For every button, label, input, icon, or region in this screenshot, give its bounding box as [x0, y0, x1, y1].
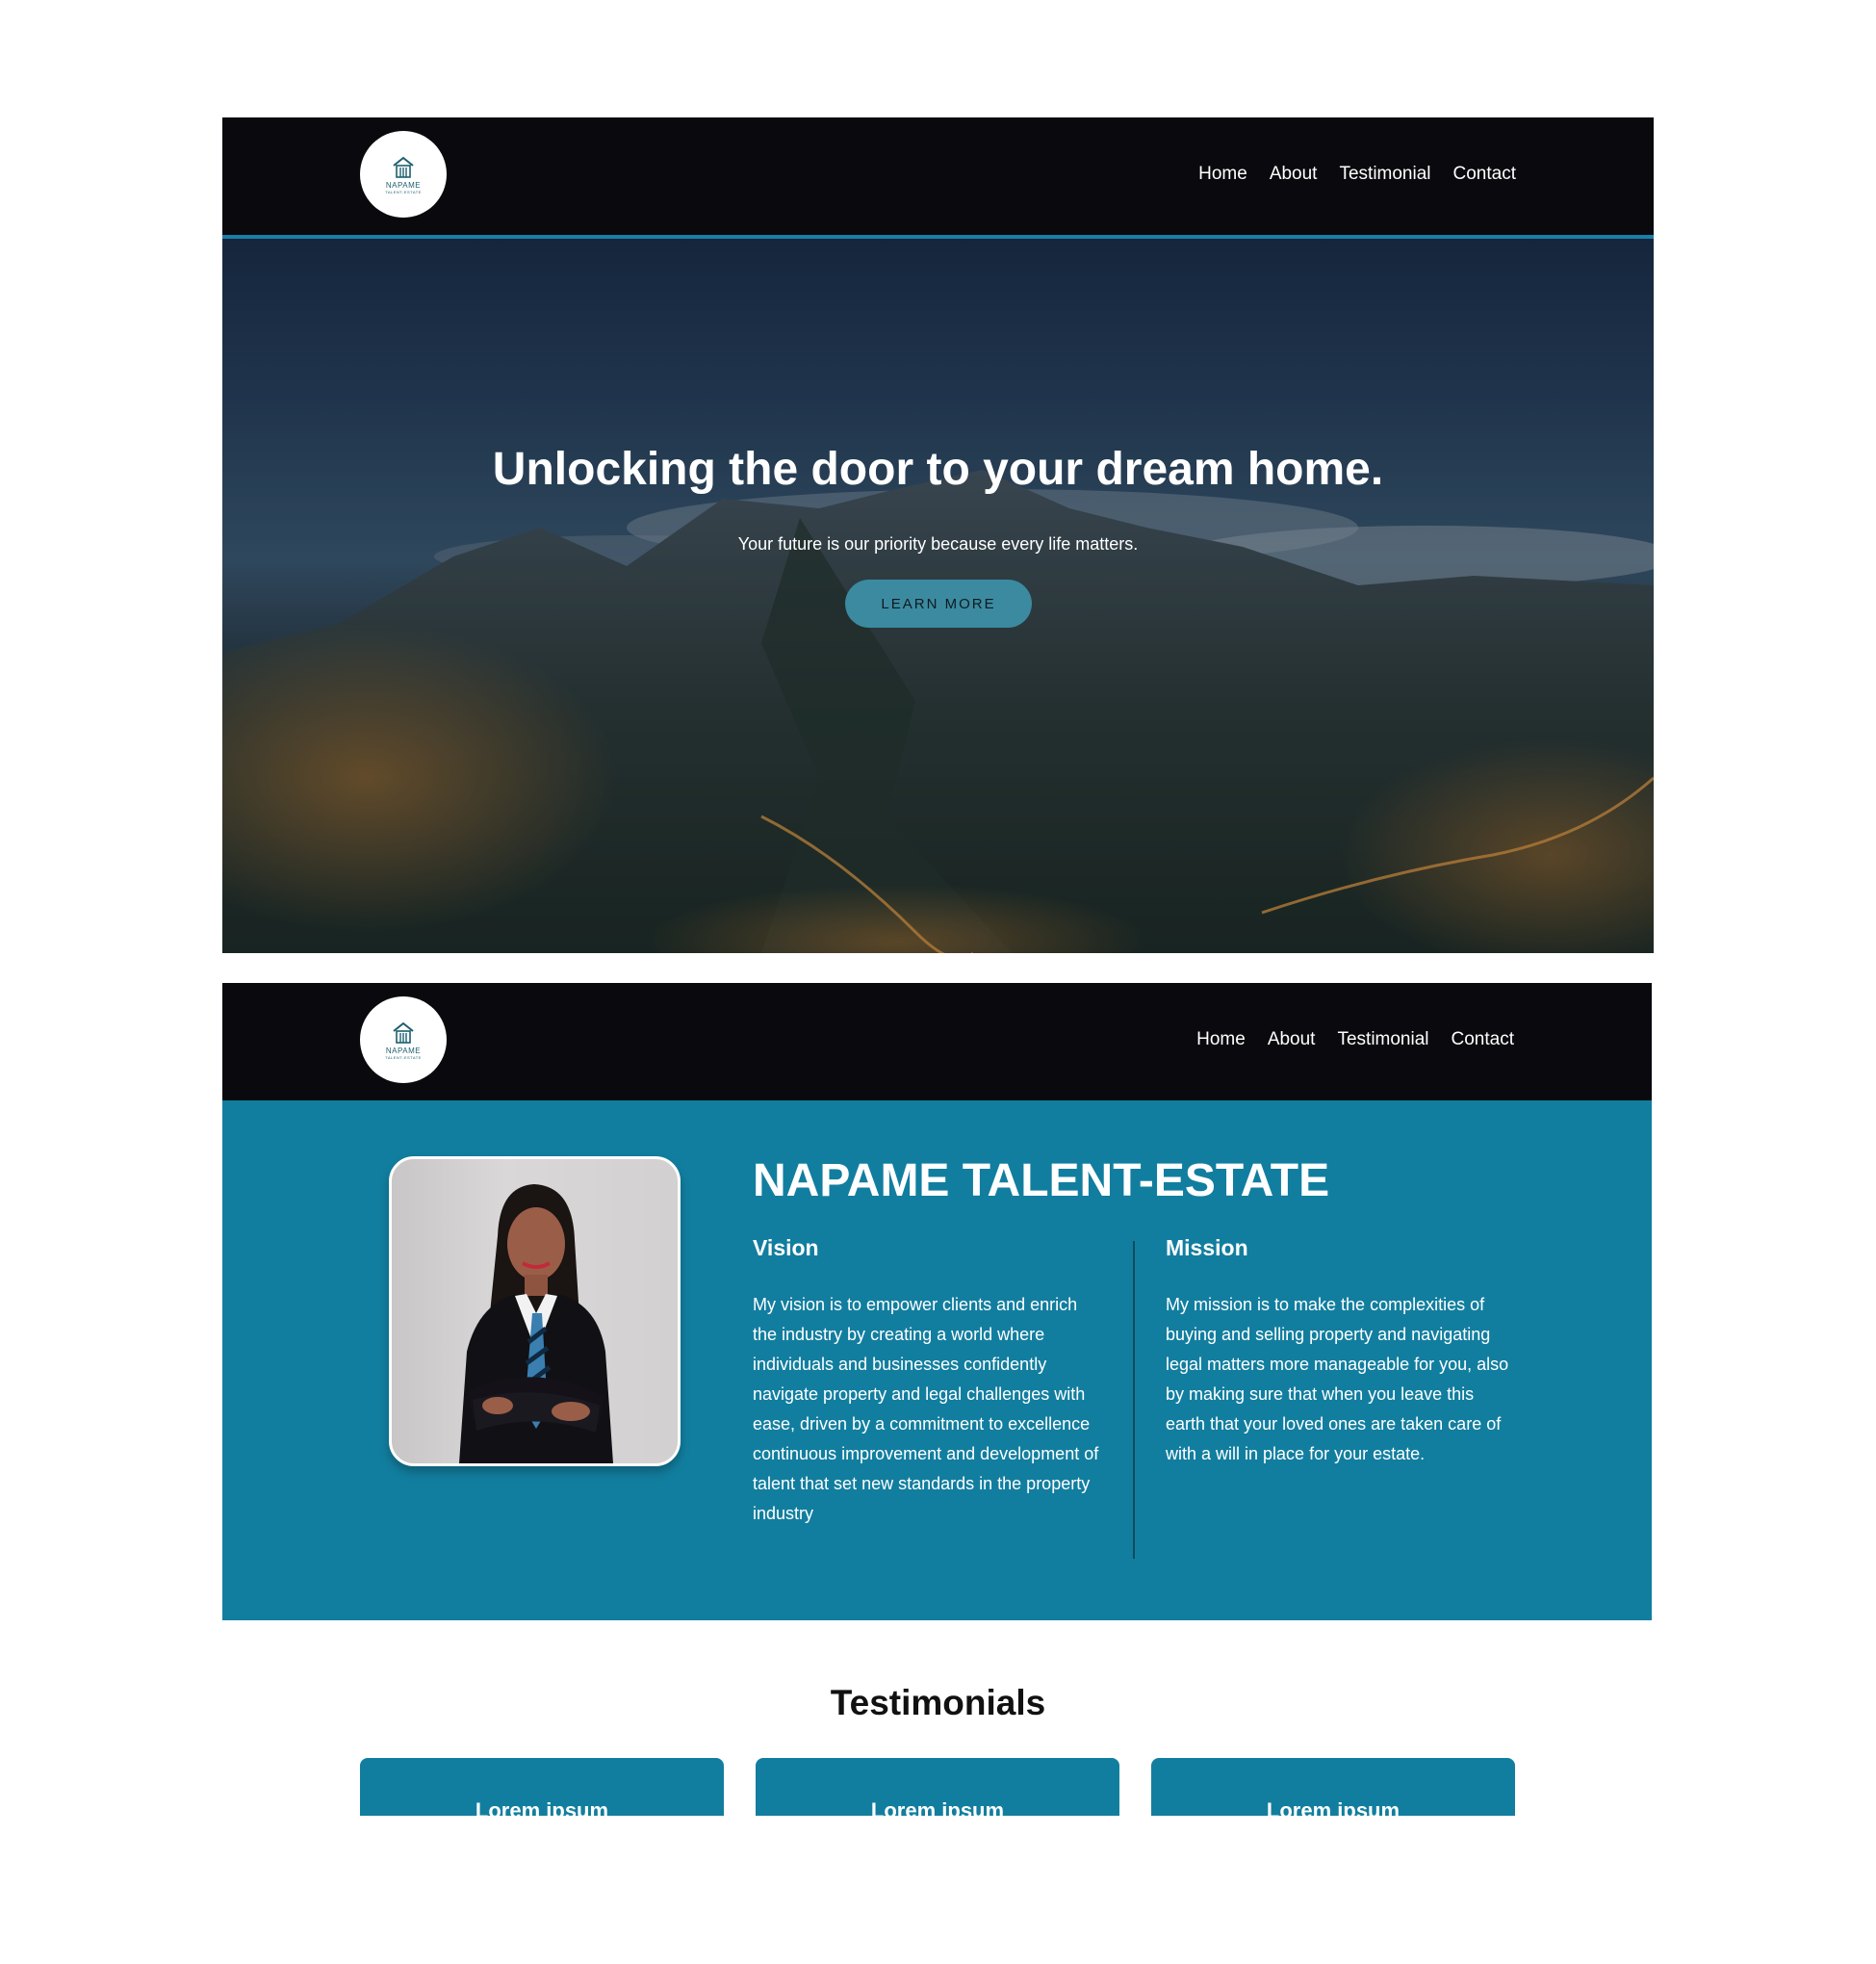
learn-more-button[interactable]: LEARN MORE [845, 580, 1032, 628]
house-logo-icon [393, 1021, 414, 1044]
testimonial-card[interactable]: Lorem ipsum [360, 1758, 724, 1816]
nav-about-link[interactable]: About [1270, 164, 1318, 185]
mission-column: Mission My mission is to make the comple… [1166, 1235, 1517, 1469]
about-frame: NAPAME TALENT-ESTATE Home About Testimon… [222, 983, 1652, 1620]
agent-portrait [389, 1156, 681, 1466]
main-nav-secondary: Home About Testimonial Contact [1196, 1029, 1514, 1050]
testimonial-card[interactable]: Lorem ipsum [1151, 1758, 1515, 1816]
about-section: NAPAME TALENT-ESTATE Vision My vision is… [222, 1100, 1652, 1620]
logo[interactable]: NAPAME TALENT-ESTATE [360, 131, 447, 218]
mission-text: My mission is to make the complexities o… [1166, 1295, 1509, 1463]
testimonial-card[interactable]: Lorem ipsum [756, 1758, 1119, 1816]
hero-subtitle: Your future is our priority because ever… [737, 534, 1139, 554]
main-nav: Home About Testimonial Contact [1198, 164, 1516, 185]
testimonial-card-title: Lorem ipsum [475, 1798, 609, 1816]
logo-subtitle: TALENT-ESTATE [385, 189, 422, 194]
testimonial-card-title: Lorem ipsum [1266, 1798, 1401, 1816]
nav-testimonial-link[interactable]: Testimonial [1337, 1029, 1428, 1050]
person-portrait-image [459, 1184, 613, 1463]
testimonial-card-title: Lorem ipsum [870, 1798, 1005, 1816]
nav-contact-link[interactable]: Contact [1452, 1029, 1514, 1050]
vision-column: Vision My vision is to empower clients a… [753, 1235, 1104, 1529]
logo-name: NAPAME [385, 180, 422, 190]
vision-heading: Vision [753, 1235, 819, 1260]
brand-title: NAPAME TALENT-ESTATE [753, 1155, 1330, 1206]
nav-home-link[interactable]: Home [1198, 164, 1247, 185]
nav-testimonial-link[interactable]: Testimonial [1339, 164, 1430, 185]
logo-secondary[interactable]: NAPAME TALENT-ESTATE [360, 996, 447, 1083]
vision-text: My vision is to empower clients and enri… [753, 1295, 1099, 1523]
column-divider [1133, 1241, 1135, 1559]
testimonials-heading: Testimonials [830, 1683, 1046, 1722]
logo-subtitle: TALENT-ESTATE [385, 1054, 422, 1060]
nav-contact-link[interactable]: Contact [1453, 164, 1516, 185]
site-header: NAPAME TALENT-ESTATE Home About Testimon… [222, 117, 1654, 239]
nav-about-link[interactable]: About [1268, 1029, 1316, 1050]
site-header-secondary: NAPAME TALENT-ESTATE Home About Testimon… [222, 983, 1652, 1100]
house-logo-icon [393, 156, 414, 178]
hero-banner: Unlocking the door to your dream home. Y… [222, 239, 1654, 953]
mission-heading: Mission [1166, 1235, 1248, 1260]
hero-title: Unlocking the door to your dream home. [492, 444, 1384, 495]
logo-name: NAPAME [385, 1046, 422, 1055]
nav-home-link[interactable]: Home [1196, 1029, 1246, 1050]
hero-frame: NAPAME TALENT-ESTATE Home About Testimon… [222, 117, 1654, 953]
